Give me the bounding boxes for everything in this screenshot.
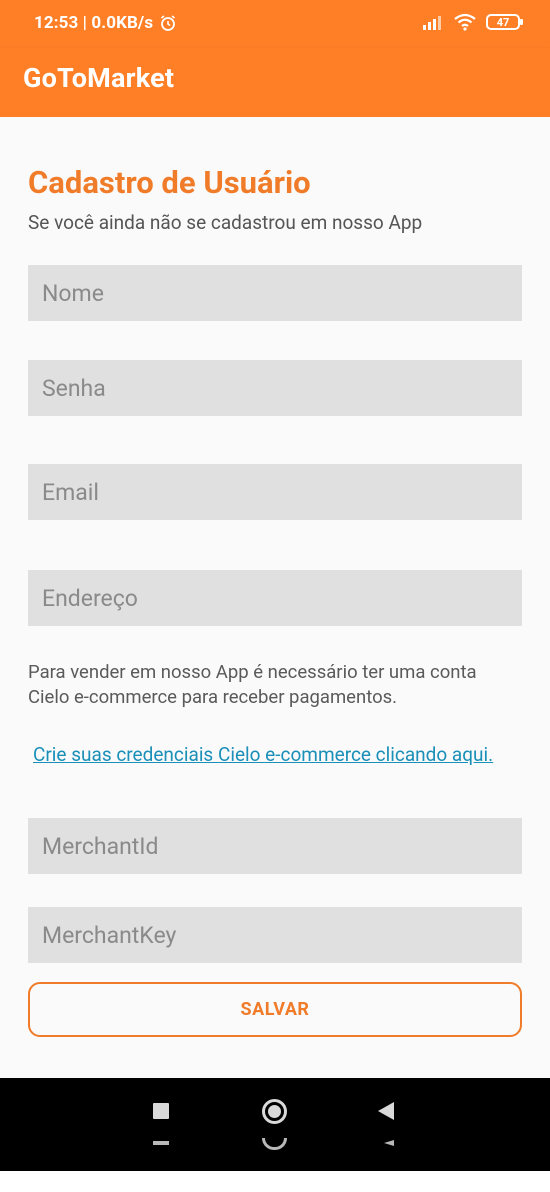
status-left: 12:53 | 0.0KB/s — [34, 13, 177, 33]
cielo-info-text: Para vender em nosso App é necessário te… — [28, 660, 528, 710]
battery-icon: 47 — [486, 14, 523, 30]
save-button[interactable]: SALVAR — [28, 982, 522, 1037]
back-icon[interactable] — [378, 1102, 394, 1120]
password-field[interactable]: Senha — [28, 360, 522, 416]
home-icon[interactable] — [262, 1099, 287, 1124]
home-icon-ghost — [262, 1138, 287, 1150]
signal-icon — [423, 16, 441, 30]
recents-icon-ghost — [153, 1141, 169, 1145]
status-bar: 12:53 | 0.0KB/s 47 — [0, 0, 550, 48]
app-title: GoToMarket — [23, 62, 175, 94]
cielo-info-line-2: Cielo e-commerce para receber pagamentos… — [28, 686, 398, 708]
merchant-id-field[interactable]: MerchantId — [28, 818, 522, 874]
address-field[interactable]: Endereço — [28, 570, 522, 626]
app-bar: GoToMarket — [0, 48, 550, 117]
wifi-icon — [454, 13, 476, 31]
battery-level: 47 — [496, 15, 510, 29]
page-title: Cadastro de Usuário — [28, 164, 311, 201]
cielo-credentials-link[interactable]: Crie suas credenciais Cielo e-commerce c… — [33, 743, 493, 766]
status-time-speed: 12:53 | 0.0KB/s — [34, 13, 154, 33]
recents-icon[interactable] — [153, 1103, 169, 1119]
registration-form: Cadastro de Usuário Se você ainda não se… — [0, 117, 550, 1078]
page-subtitle: Se você ainda não se cadastrou em nosso … — [28, 211, 423, 234]
bottom-strip — [0, 1171, 550, 1192]
alarm-icon — [161, 15, 176, 31]
status-right: 47 — [422, 13, 523, 31]
name-field[interactable]: Nome — [28, 265, 522, 321]
cielo-info-line-1: Para vender em nosso App é necessário te… — [28, 661, 477, 683]
back-icon-ghost — [384, 1140, 394, 1146]
merchant-key-field[interactable]: MerchantKey — [28, 907, 522, 963]
email-field[interactable]: Email — [28, 464, 522, 520]
